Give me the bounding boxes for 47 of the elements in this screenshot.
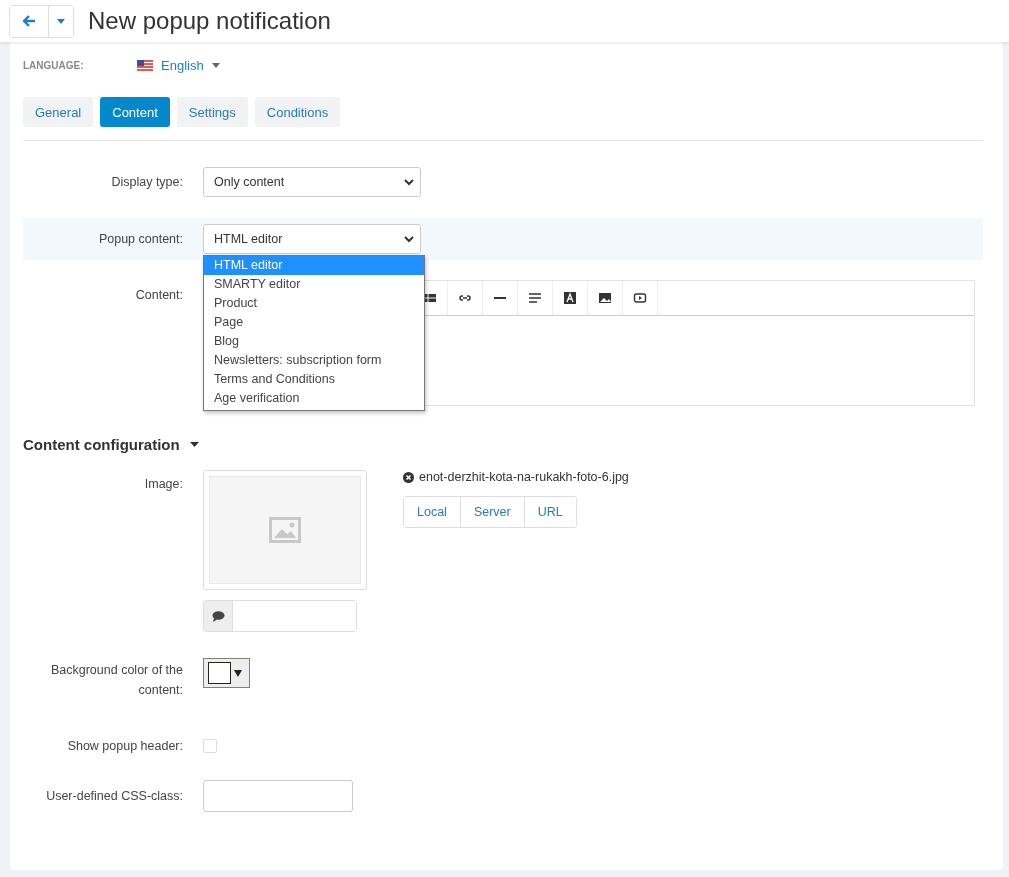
flag-icon (137, 59, 153, 71)
source-button[interactable]: URL (523, 497, 576, 527)
language-selector[interactable]: English (137, 57, 220, 73)
file-name: enot-derzhit-kota-na-rukakh-foto-6.jpg (419, 470, 629, 484)
field-label: Display type: (110, 174, 183, 191)
remove-icon[interactable] (403, 471, 414, 483)
more-button[interactable] (48, 5, 73, 37)
tab[interactable]: Conditions (254, 97, 341, 127)
image-placeholder-icon (269, 517, 301, 543)
align-icon (528, 291, 542, 305)
caret-icon (234, 669, 242, 677)
tab[interactable]: Content (100, 97, 170, 127)
dropdown-option[interactable]: SMARTY editor (204, 275, 424, 294)
color-picker[interactable] (203, 658, 250, 688)
caret-icon (189, 442, 199, 447)
popup-content-select[interactable]: HTML editor (203, 224, 421, 254)
input-field[interactable] (203, 780, 353, 812)
tab[interactable]: Settings (176, 97, 248, 127)
video-icon (633, 291, 647, 305)
image-icon (598, 291, 612, 305)
text-color-icon (563, 291, 577, 305)
dropdown-option[interactable]: Age verification (204, 389, 424, 408)
dropdown-option[interactable]: Page (204, 313, 424, 332)
comment-icon (211, 610, 225, 622)
field-label: User-defined CSS-class: (45, 788, 183, 805)
arrow-left-icon (22, 15, 36, 27)
display-type-select[interactable]: Only content (203, 167, 421, 197)
field-label: Background color of the content: (49, 662, 183, 699)
dropdown-option[interactable]: Terms and Conditions (204, 370, 424, 389)
checkbox[interactable] (203, 739, 217, 753)
dropdown-option[interactable]: Newsletters: subscription form (204, 351, 424, 370)
tab[interactable]: General (23, 97, 94, 127)
field-label: Show popup header: (66, 738, 183, 755)
dropdown-option[interactable]: Blog (204, 332, 424, 351)
caption-field[interactable] (203, 600, 357, 632)
field-label: Image: (143, 476, 183, 493)
caret-icon (57, 18, 65, 24)
caret-icon (211, 62, 220, 68)
chevron-down-icon (404, 235, 414, 243)
chevron-down-icon (404, 178, 414, 186)
language-label: LANGUAGE: (23, 59, 85, 71)
field-label: Content: (134, 287, 183, 304)
dropdown-option[interactable]: Product (204, 294, 424, 313)
field-label: Popup content: (97, 231, 183, 248)
section-title: Content configuration (23, 436, 180, 453)
page-title: New popup notification (88, 7, 331, 35)
collapse-toggle[interactable] (189, 442, 199, 447)
